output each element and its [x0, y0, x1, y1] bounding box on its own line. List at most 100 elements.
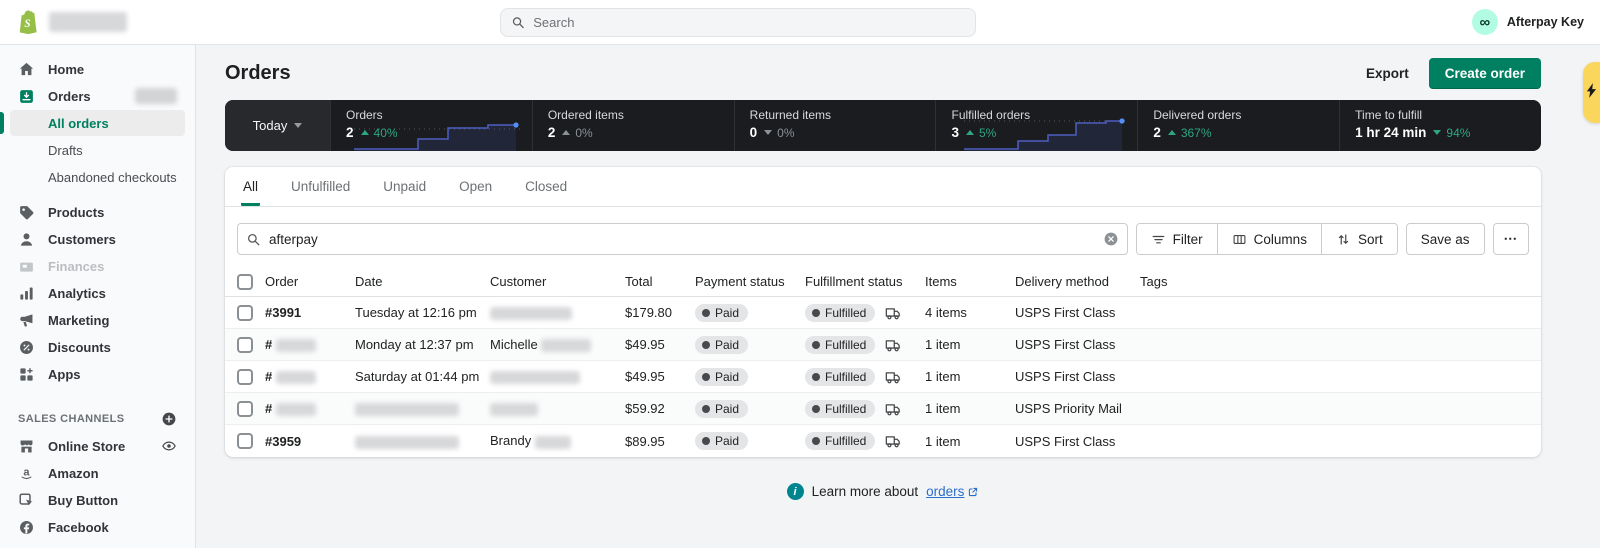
filter-toolbar: Filter Columns Sort Save as ⋯ [225, 207, 1541, 267]
row-checkbox[interactable] [237, 305, 253, 321]
more-actions-button[interactable]: ⋯ [1493, 223, 1530, 255]
metric-label: Time to fulfill [1355, 108, 1541, 122]
save-as-button[interactable]: Save as [1406, 223, 1485, 255]
filter-button[interactable]: Filter [1137, 224, 1217, 254]
sidebar-item-all-orders[interactable]: All orders [10, 110, 185, 136]
order-date [355, 401, 490, 416]
metric-delta: 94% [1433, 126, 1470, 140]
create-order-button[interactable]: Create order [1429, 58, 1541, 89]
order-delivery: USPS First Class [1015, 434, 1140, 449]
order-number: # [265, 337, 355, 352]
external-link-icon [967, 486, 979, 498]
search-icon [511, 15, 525, 30]
metric-returned-items[interactable]: Returned items 0 0% [734, 100, 936, 151]
orders-help-link[interactable]: orders [926, 484, 979, 499]
order-row[interactable]: # $59.92 Paid Fulfilled 1 item USPS Prio… [225, 393, 1541, 425]
tab-open[interactable]: Open [457, 167, 494, 206]
col-total: Total [625, 274, 695, 289]
sidebar-item-online-store[interactable]: Online Store [10, 433, 185, 459]
sort-button[interactable]: Sort [1321, 224, 1397, 254]
orders-search-input[interactable] [269, 232, 1095, 247]
products-icon [18, 204, 35, 221]
metric-delta: 367% [1168, 126, 1212, 140]
export-button[interactable]: Export [1356, 59, 1419, 88]
metric-orders[interactable]: Orders 2 40% [330, 100, 532, 151]
fulfillment-status: Fulfilled [805, 336, 925, 354]
tab-unfulfilled[interactable]: Unfulfilled [289, 167, 352, 206]
filter-icon [1151, 232, 1166, 247]
order-total: $49.95 [625, 337, 695, 352]
status-dot [702, 437, 710, 445]
order-row[interactable]: # Saturday at 01:44 pm $49.95 Paid Fulfi… [225, 361, 1541, 393]
select-all-checkbox[interactable] [237, 274, 253, 290]
sidebar-item-label: Products [48, 205, 104, 220]
metric-fulfilled-orders[interactable]: Fulfilled orders 3 5% [935, 100, 1137, 151]
sidebar-item-analytics[interactable]: Analytics [10, 280, 185, 306]
sidebar-item-abandoned-checkouts[interactable]: Abandoned checkouts [10, 164, 185, 190]
metric-label: Returned items [750, 108, 936, 122]
order-date [355, 433, 490, 448]
columns-button[interactable]: Columns [1217, 224, 1321, 254]
info-icon: i [787, 483, 804, 500]
row-checkbox[interactable] [237, 401, 253, 417]
sidebar-item-label: Finances [48, 259, 104, 274]
col-items: Items [925, 274, 1015, 289]
clear-search-button[interactable] [1103, 231, 1119, 247]
tab-unpaid[interactable]: Unpaid [381, 167, 428, 206]
metric-delivered-orders[interactable]: Delivered orders 2 367% [1137, 100, 1339, 151]
tab-all[interactable]: All [241, 167, 260, 206]
global-search-input[interactable] [533, 15, 965, 30]
arrow-down-icon [764, 130, 772, 135]
order-delivery: USPS Priority Mail [1015, 401, 1140, 416]
discounts-icon [18, 339, 35, 356]
order-row[interactable]: #3959 Brandy $89.95 Paid Fulfilled 1 ite… [225, 425, 1541, 457]
order-row[interactable]: #3991 Tuesday at 12:16 pm $179.80 Paid F… [225, 297, 1541, 329]
orders-search-field[interactable] [237, 223, 1128, 255]
tab-closed[interactable]: Closed [523, 167, 569, 206]
afterpay-icon: ∞ [1472, 9, 1498, 35]
svg-text:S: S [24, 18, 30, 30]
sidebar-item-drafts[interactable]: Drafts [10, 137, 185, 163]
metric-value: 2 [1153, 125, 1161, 140]
period-dropdown[interactable]: Today [225, 100, 330, 151]
shopify-logo[interactable]: S [16, 9, 127, 35]
sidebar-item-label: Facebook [48, 520, 109, 535]
global-search[interactable] [500, 8, 976, 37]
sidebar-item-facebook[interactable]: Facebook [10, 514, 185, 540]
status-dot [812, 437, 820, 445]
sidebar-item-products[interactable]: Products [10, 199, 185, 225]
col-customer: Customer [490, 274, 625, 289]
lightning-bolt-icon [1586, 83, 1597, 98]
metric-delta: 0% [562, 126, 592, 140]
order-date: Saturday at 01:44 pm [355, 369, 490, 384]
order-customer [490, 369, 625, 384]
order-items: 4 items [925, 305, 1015, 320]
order-row[interactable]: # Monday at 12:37 pm Michelle $49.95 Pai… [225, 329, 1541, 361]
order-items: 1 item [925, 369, 1015, 384]
sidebar-item-label: Amazon [48, 466, 99, 481]
metric-ordered-items[interactable]: Ordered items 2 0% [532, 100, 734, 151]
sidebar-item-discounts[interactable]: Discounts [10, 334, 185, 360]
metric-delta: 5% [966, 126, 996, 140]
afterpay-key-menu[interactable]: ∞ Afterpay Key [1472, 9, 1584, 35]
payment-status: Paid [695, 336, 805, 354]
sidebar-item-marketing[interactable]: Marketing [10, 307, 185, 333]
sidebar-item-customers[interactable]: Customers [10, 226, 185, 252]
row-checkbox[interactable] [237, 369, 253, 385]
view-store-eye-icon[interactable] [161, 438, 177, 454]
sidebar-item-apps[interactable]: Apps [10, 361, 185, 387]
sidebar-item-home[interactable]: Home [10, 56, 185, 82]
table-header: Order Date Customer Total Payment status… [225, 267, 1541, 297]
filter-button-group: Filter Columns Sort [1136, 223, 1398, 255]
sidebar-item-amazon[interactable]: a Amazon [10, 460, 185, 486]
metric-time-to-fulfill[interactable]: Time to fulfill 1 hr 24 min 94% [1339, 100, 1541, 151]
quick-actions-flap[interactable] [1583, 62, 1600, 123]
row-checkbox[interactable] [237, 337, 253, 353]
sidebar-item-label: Analytics [48, 286, 106, 301]
sidebar-item-orders[interactable]: Orders [10, 83, 185, 109]
row-checkbox[interactable] [237, 433, 253, 449]
truck-icon [884, 432, 902, 450]
sidebar-item-buy-button[interactable]: Buy Button [10, 487, 185, 513]
main-content: Orders Export Create order Today Orders … [196, 45, 1600, 548]
add-sales-channel-button[interactable] [161, 411, 177, 427]
